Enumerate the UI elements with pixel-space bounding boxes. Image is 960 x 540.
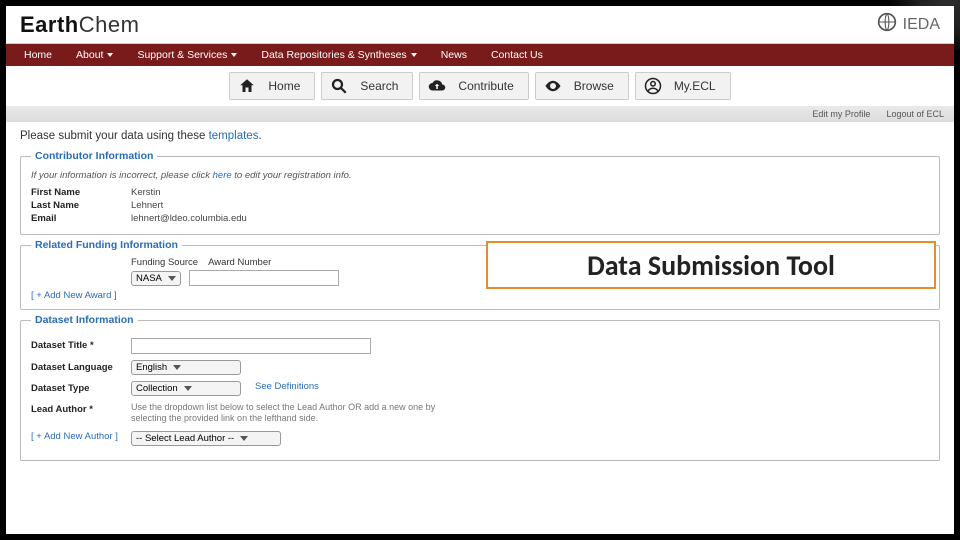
lead-author-help: Use the dropdown list below to select th…: [131, 402, 471, 425]
iconnav-browse[interactable]: Browse: [535, 72, 629, 100]
home-icon: [236, 75, 258, 97]
org-label: IEDA: [903, 16, 940, 34]
nav-contact[interactable]: Contact Us: [481, 44, 553, 66]
funding-source-select[interactable]: NASA: [131, 271, 181, 286]
last-name-value: Lehnert: [131, 200, 163, 211]
dataset-title-input[interactable]: [131, 338, 371, 354]
chevron-down-icon: [184, 386, 192, 391]
logout-link[interactable]: Logout of ECL: [886, 109, 944, 119]
chevron-down-icon: [173, 365, 181, 370]
add-author-link[interactable]: [ + Add New Author ]: [31, 431, 131, 442]
nav-home[interactable]: Home: [14, 44, 62, 66]
edit-registration-note: If your information is incorrect, please…: [31, 170, 929, 181]
award-number-label: Award Number: [208, 257, 271, 268]
funding-source-label: Funding Source: [131, 257, 198, 268]
dataset-fieldset: Dataset Information Dataset Title * Data…: [20, 314, 940, 461]
user-icon: [642, 75, 664, 97]
funding-legend: Related Funding Information: [31, 239, 182, 251]
logo-bold: Earth: [20, 12, 79, 37]
iconnav-contribute[interactable]: Contribute: [419, 72, 528, 100]
callout-overlay: Data Submission Tool: [486, 241, 936, 289]
dataset-type-label: Dataset Type: [31, 381, 131, 394]
dataset-legend: Dataset Information: [31, 314, 138, 326]
main-nav: Home About Support & Services Data Repos…: [6, 44, 954, 66]
lead-author-label: Lead Author *: [31, 402, 131, 415]
chevron-down-icon: [168, 276, 176, 281]
globe-icon: [877, 12, 897, 37]
iconnav-home[interactable]: Home: [229, 72, 315, 100]
intro-text: Please submit your data using these temp…: [20, 130, 940, 142]
nav-repos[interactable]: Data Repositories & Syntheses: [251, 44, 426, 66]
first-name-value: Kerstin: [131, 187, 161, 198]
iconnav-myecl[interactable]: My.ECL: [635, 72, 731, 100]
lead-author-select[interactable]: -- Select Lead Author --: [131, 431, 281, 446]
logo-light: Chem: [79, 12, 140, 37]
cloud-upload-icon: [426, 75, 448, 97]
nav-about[interactable]: About: [66, 44, 123, 66]
dataset-language-label: Dataset Language: [31, 360, 131, 373]
edit-here-link[interactable]: here: [213, 170, 232, 181]
email-value: lehnert@ldeo.columbia.edu: [131, 213, 247, 224]
award-number-input[interactable]: [189, 270, 339, 286]
edit-profile-link[interactable]: Edit my Profile: [812, 109, 870, 119]
section-nav: Home Search Contribute Browse My.ECL: [6, 66, 954, 106]
org-logo[interactable]: IEDA: [877, 12, 940, 37]
eye-icon: [542, 75, 564, 97]
contributor-legend: Contributor Information: [31, 150, 157, 162]
nav-support[interactable]: Support & Services: [127, 44, 247, 66]
see-definitions-link[interactable]: See Definitions: [255, 381, 319, 392]
nav-news[interactable]: News: [431, 44, 477, 66]
templates-link[interactable]: templates: [209, 130, 259, 142]
site-logo[interactable]: EarthChem: [20, 12, 139, 38]
chevron-down-icon: [411, 53, 417, 57]
contributor-fieldset: Contributor Information If your informat…: [20, 150, 940, 235]
chevron-down-icon: [231, 53, 237, 57]
dataset-language-select[interactable]: English: [131, 360, 241, 375]
dataset-title-label: Dataset Title *: [31, 338, 131, 351]
email-label: Email: [31, 213, 131, 224]
first-name-label: First Name: [31, 187, 131, 198]
chevron-down-icon: [240, 436, 248, 441]
search-icon: [328, 75, 350, 97]
dataset-type-select[interactable]: Collection: [131, 381, 241, 396]
chevron-down-icon: [107, 53, 113, 57]
last-name-label: Last Name: [31, 200, 131, 211]
add-award-link[interactable]: [ + Add New Award ]: [31, 290, 929, 301]
iconnav-search[interactable]: Search: [321, 72, 413, 100]
